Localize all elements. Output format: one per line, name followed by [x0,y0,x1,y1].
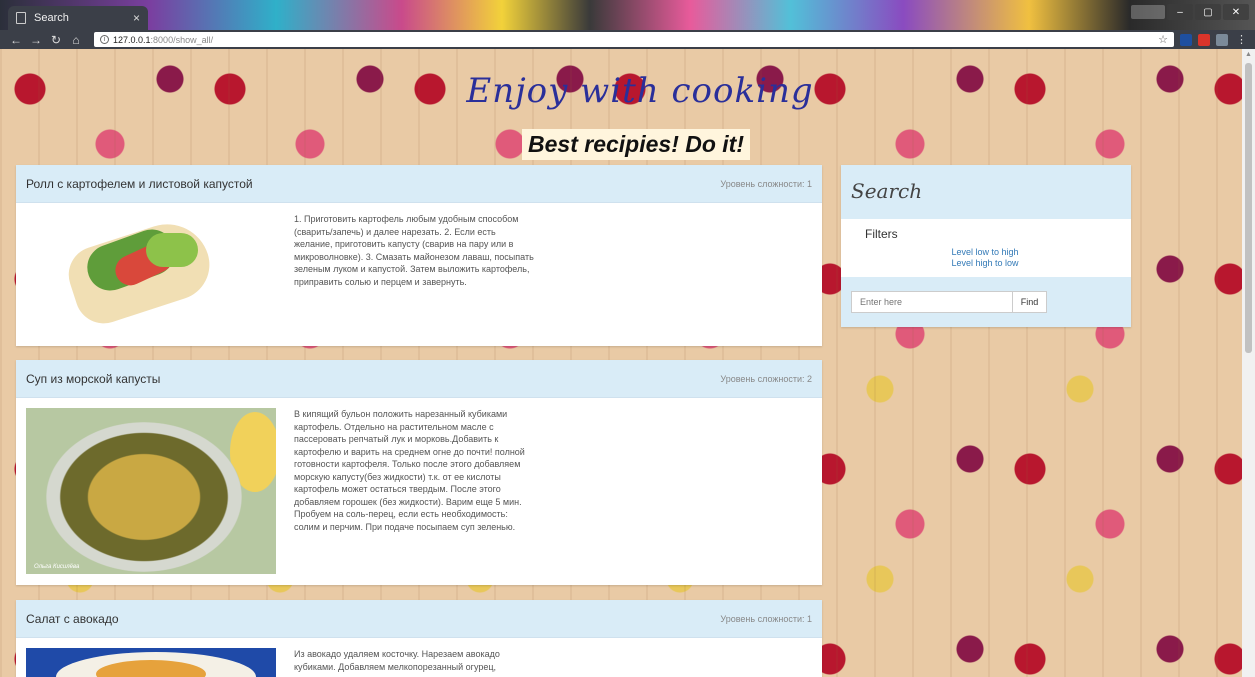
recipe-title[interactable]: Салат с авокадо [26,612,119,626]
url-field[interactable]: i 127.0.0.1 :8000/show_all/ ☆ [94,32,1174,47]
recipe-image[interactable] [26,213,276,331]
recipe-card-body: Из авокадо удаляем косточку. Нарезаем ав… [16,638,822,677]
scroll-up-icon[interactable]: ▲ [1245,51,1252,58]
recipe-card: Салат с авокадо Уровень сложности: 1 Из … [16,600,822,677]
info-icon[interactable]: i [100,35,109,44]
filters-section: Filters Level low to high Level high to … [841,219,1131,277]
extension-icon[interactable] [1180,33,1192,46]
tab-close-icon[interactable]: × [133,11,140,25]
close-window-button[interactable]: ✕ [1223,4,1249,20]
tab-title: Search [34,12,69,24]
home-icon[interactable]: ⌂ [68,33,84,47]
bowl-shape [46,422,242,572]
search-form: Find [841,277,1131,327]
page-content: Enjoy with cooking Best recipies! Do it!… [0,49,1242,677]
recipe-level: Уровень сложности: 2 [720,373,812,384]
recipe-card: Ролл с картофелем и листовой капустой Ур… [16,165,822,346]
recipe-card-header: Салат с авокадо Уровень сложности: 1 [16,600,822,638]
recipe-card-header: Суп из морской капусты Уровень сложности… [16,360,822,398]
recipe-card-body: Ольга Кисилёва В кипящий бульон положить… [16,398,822,584]
extension-icon[interactable] [1216,33,1228,46]
wrap-filling [146,233,198,267]
find-button[interactable]: Find [1013,291,1047,313]
document-icon [16,12,26,24]
recipe-card-header: Ролл с картофелем и листовой капустой Ур… [16,165,822,203]
browser-tab-bar: Search × – ▢ ✕ [0,0,1255,30]
search-input[interactable] [851,291,1013,313]
scrollbar-thumb[interactable] [1245,63,1252,353]
recipe-image[interactable] [26,648,276,677]
recipe-image[interactable]: Ольга Кисилёва [26,408,276,574]
recipe-text: В кипящий бульон положить нарезанный куб… [294,409,525,532]
extension-icon[interactable] [1198,33,1210,46]
recipe-text: Из авокадо удаляем косточку. Нарезаем ав… [294,649,500,672]
back-icon[interactable]: ← [8,33,24,47]
browser-menu-icon[interactable]: ⋮ [1236,33,1247,46]
recipe-card-body: 1. Приготовить картофель любым удобным с… [16,203,822,341]
site-title: Enjoy with cooking [466,71,814,111]
recipe-level: Уровень сложности: 1 [720,178,812,189]
minimize-button[interactable]: – [1167,4,1193,20]
bookmark-star-icon[interactable]: ☆ [1158,33,1168,46]
recipe-text: 1. Приготовить картофель любым удобным с… [294,214,534,287]
search-panel: Search Filters Level low to high Level h… [841,165,1131,327]
filters-label: Filters [865,227,898,241]
address-bar: ← → ↻ ⌂ i 127.0.0.1 :8000/show_all/ ☆ ⋮ [0,30,1255,49]
recipe-card: Суп из морской капусты Уровень сложности… [16,360,822,585]
filter-level-low-to-high-link[interactable]: Level low to high [865,247,1105,258]
page-scrollbar[interactable]: ▲ [1242,49,1255,677]
maximize-button[interactable]: ▢ [1195,4,1221,20]
profile-chip[interactable] [1131,5,1165,19]
forward-icon[interactable]: → [28,33,44,47]
url-host: 127.0.0.1 [113,34,151,45]
search-heading: Search [841,165,1131,219]
image-caption: Ольга Кисилёва [34,564,80,570]
site-tagline: Best recipies! Do it! [522,129,750,160]
url-path: :8000/show_all/ [150,34,214,45]
recipe-level: Уровень сложности: 1 [720,613,812,624]
recipe-title[interactable]: Суп из морской капусты [26,372,160,386]
window-controls: – ▢ ✕ [1167,4,1249,20]
recipe-title[interactable]: Ролл с картофелем и листовой капустой [26,177,253,191]
reload-icon[interactable]: ↻ [48,33,64,47]
browser-tab[interactable]: Search × [8,6,148,30]
filter-level-high-to-low-link[interactable]: Level high to low [865,258,1105,269]
